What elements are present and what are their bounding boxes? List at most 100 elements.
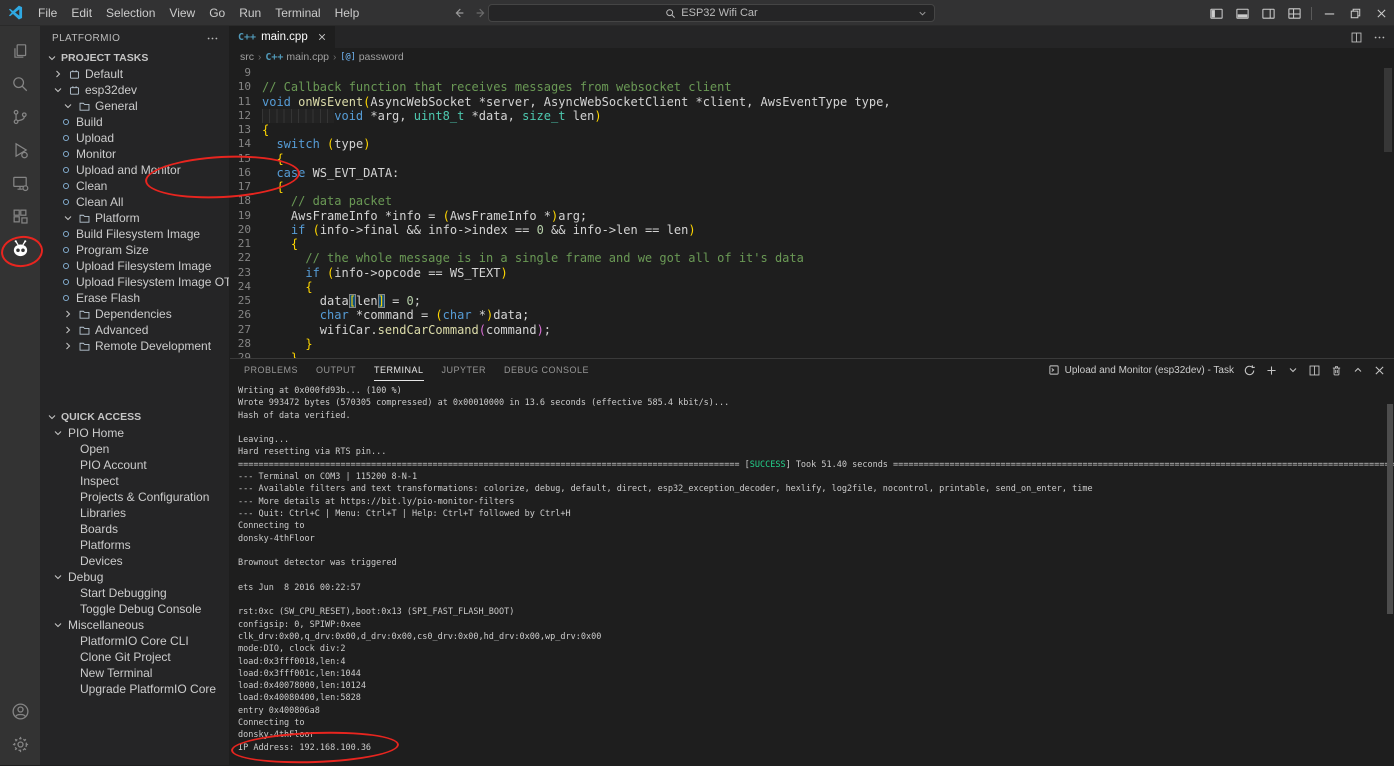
toggle-secondary-sidebar-icon[interactable] [1255, 0, 1281, 26]
extensions-icon[interactable] [0, 199, 40, 232]
sidebar-item-open[interactable]: Open [40, 441, 229, 457]
run-debug-icon[interactable] [0, 133, 40, 166]
editor-more-actions-icon[interactable] [1373, 31, 1386, 44]
breadcrumb-item-main-cpp[interactable]: C++main.cpp [265, 51, 329, 63]
sidebar-item-upload-and-monitor[interactable]: Upload and Monitor [40, 162, 229, 178]
sidebar-item-new-terminal[interactable]: New Terminal [40, 665, 229, 681]
chevron-up-icon[interactable] [1352, 364, 1364, 376]
sidebar-item-advanced[interactable]: Advanced [40, 322, 229, 338]
sidebar-item-pio-account[interactable]: PIO Account [40, 457, 229, 473]
source-control-icon[interactable] [0, 100, 40, 133]
sidebar-item-program-size[interactable]: Program Size [40, 242, 229, 258]
sidebar-item-upload-filesystem-image[interactable]: Upload Filesystem Image [40, 258, 229, 274]
sidebar-item-label: Upload Filesystem Image OTA [76, 275, 229, 289]
task-circle-icon [60, 164, 72, 176]
minimize-icon[interactable] [1316, 0, 1342, 26]
search-icon[interactable] [0, 67, 40, 100]
close-icon[interactable] [1368, 0, 1394, 26]
section-header-quick-access[interactable]: QUICK ACCESS [40, 409, 229, 425]
sidebar-item-label: Upload [76, 131, 114, 145]
menu-selection[interactable]: Selection [99, 0, 162, 26]
sidebar-item-miscellaneous[interactable]: Miscellaneous [40, 617, 229, 633]
close-icon[interactable] [1373, 364, 1386, 377]
menu-help[interactable]: Help [328, 0, 367, 26]
sidebar-item-upgrade-platformio-core[interactable]: Upgrade PlatformIO Core [40, 681, 229, 697]
line-number: 27 [230, 323, 262, 337]
restart-icon[interactable] [1243, 364, 1256, 377]
plus-icon[interactable] [1265, 364, 1278, 377]
terminal-scrollbar[interactable] [1387, 404, 1393, 614]
sidebar-item-platform[interactable]: Platform [40, 210, 229, 226]
sidebar-item-erase-flash[interactable]: Erase Flash [40, 290, 229, 306]
editor-scrollbar[interactable] [1384, 68, 1392, 152]
sidebar-item-remote-development[interactable]: Remote Development [40, 338, 229, 354]
sidebar-item-pio-home[interactable]: PIO Home [40, 425, 229, 441]
sidebar-item-default[interactable]: Default [40, 66, 229, 82]
split-editor-icon[interactable] [1350, 31, 1363, 44]
sidebar-item-devices[interactable]: Devices [40, 553, 229, 569]
chevron-down-icon[interactable] [1287, 364, 1299, 376]
sidebar-item-build[interactable]: Build [40, 114, 229, 130]
sidebar-item-esp32dev[interactable]: esp32dev [40, 82, 229, 98]
sidebar-item-toggle-debug-console[interactable]: Toggle Debug Console [40, 601, 229, 617]
trash-icon[interactable] [1330, 364, 1343, 377]
nav-back-icon[interactable] [452, 6, 466, 20]
sidebar-item-upload[interactable]: Upload [40, 130, 229, 146]
menu-terminal[interactable]: Terminal [268, 0, 327, 26]
sidebar-item-monitor[interactable]: Monitor [40, 146, 229, 162]
chevron-down-icon[interactable] [917, 8, 928, 19]
terminal-task-item[interactable]: Upload and Monitor (esp32dev) - Task [1048, 364, 1234, 376]
account-icon[interactable] [0, 695, 40, 728]
menu-go[interactable]: Go [202, 0, 232, 26]
sidebar-item-general[interactable]: General [40, 98, 229, 114]
sidebar-item-platforms[interactable]: Platforms [40, 537, 229, 553]
remote-explorer-icon[interactable] [0, 166, 40, 199]
sidebar-item-build-filesystem-image[interactable]: Build Filesystem Image [40, 226, 229, 242]
nav-forward-icon[interactable] [474, 6, 488, 20]
sidebar-item-clone-git-project[interactable]: Clone Git Project [40, 649, 229, 665]
menu-view[interactable]: View [162, 0, 202, 26]
tab-main-cpp[interactable]: C++ main.cpp [230, 26, 336, 48]
sidebar-item-start-debugging[interactable]: Start Debugging [40, 585, 229, 601]
sidebar-item-clean-all[interactable]: Clean All [40, 194, 229, 210]
panel-tab-jupyter[interactable]: JUPYTER [442, 359, 487, 381]
menu-edit[interactable]: Edit [64, 0, 99, 26]
breadcrumb-item-password[interactable]: [@]password [340, 51, 403, 63]
sidebar-item-dependencies[interactable]: Dependencies [40, 306, 229, 322]
code-editor[interactable]: 910// Callback function that receives me… [230, 66, 1394, 358]
task-circle-icon [60, 180, 72, 192]
breadcrumb-item-src[interactable]: src [240, 51, 254, 63]
sidebar-item-debug[interactable]: Debug [40, 569, 229, 585]
terminal-output[interactable]: Writing at 0x000fd93b... (100 %)Wrote 99… [230, 381, 1394, 765]
line-number: 19 [230, 209, 262, 223]
menu-run[interactable]: Run [232, 0, 268, 26]
sidebar-item-boards[interactable]: Boards [40, 521, 229, 537]
explorer-icon[interactable] [0, 34, 40, 67]
code-line-text: case WS_EVT_DATA: [262, 166, 399, 180]
chevron-down-icon [52, 84, 64, 96]
sidebar-item-clean[interactable]: Clean [40, 178, 229, 194]
restore-icon[interactable] [1342, 0, 1368, 26]
panel-tab-debug-console[interactable]: DEBUG CONSOLE [504, 359, 589, 381]
section-header-project-tasks[interactable]: PROJECT TASKS [40, 50, 229, 66]
sidebar-item-projects-configuration[interactable]: Projects & Configuration [40, 489, 229, 505]
toggle-panel-icon[interactable] [1229, 0, 1255, 26]
panel-tab-terminal[interactable]: TERMINAL [374, 359, 424, 381]
panel-tab-problems[interactable]: PROBLEMS [244, 359, 298, 381]
split-terminal-icon[interactable] [1308, 364, 1321, 377]
panel-tab-output[interactable]: OUTPUT [316, 359, 356, 381]
close-tab-icon[interactable] [317, 32, 327, 42]
settings-gear-icon[interactable] [0, 728, 40, 761]
sidebar-item-label: New Terminal [80, 666, 152, 680]
toggle-sidebar-icon[interactable] [1203, 0, 1229, 26]
sidebar-item-platformio-core-cli[interactable]: PlatformIO Core CLI [40, 633, 229, 649]
more-actions-icon[interactable] [206, 32, 219, 45]
sidebar-item-upload-filesystem-image-ota[interactable]: Upload Filesystem Image OTA [40, 274, 229, 290]
sidebar-item-libraries[interactable]: Libraries [40, 505, 229, 521]
customize-layout-icon[interactable] [1281, 0, 1307, 26]
platformio-icon[interactable] [0, 232, 40, 265]
command-center-search[interactable]: ESP32 Wifi Car [488, 4, 935, 22]
sidebar-item-inspect[interactable]: Inspect [40, 473, 229, 489]
folder-icon [78, 324, 91, 337]
menu-file[interactable]: File [31, 0, 64, 26]
